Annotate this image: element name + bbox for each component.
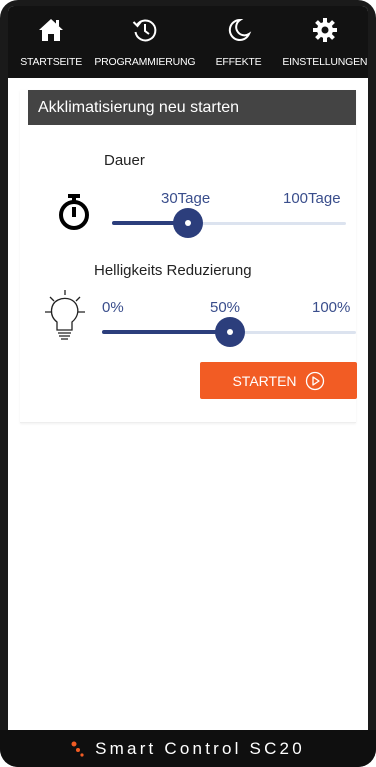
history-icon [132,19,157,42]
nav-item-einstellungen[interactable]: EINSTELLUNGEN [282,6,368,78]
lightbulb-icon [45,290,85,340]
brightness-slider-fill [102,330,230,334]
nav-item-effekte[interactable]: EFFEKTE [195,6,281,78]
dots-logo-icon [71,741,84,757]
brand-name: Smart Control SC20 [95,738,305,758]
start-button-label: STARTEN [232,372,297,389]
play-circle-icon [305,371,324,390]
duration-slider-thumb[interactable] [173,208,203,238]
duration-label: Dauer [104,152,145,169]
brightness-label: Helligkeits Reduzierung [94,262,252,279]
nav-label-effekte: EFFEKTE [215,56,262,68]
duration-value-label: 30Tage [161,190,211,207]
stopwatch-icon [59,194,89,230]
nav-item-startseite[interactable]: STARTSEITE [8,6,94,78]
nav-label-programmierung: PROGRAMMIERUNG [94,56,196,68]
nav-item-programmierung[interactable]: PROGRAMMIERUNG [94,6,196,78]
moon-icon [228,18,251,41]
brightness-slider-thumb[interactable] [215,317,245,347]
brightness-value-label: 50% [210,299,241,316]
brightness-min-label: 0% [102,299,124,316]
acclimatization-panel: Akklimatisierung neu starten Dauer 30Tag… [20,90,357,423]
screen: STARTSEITE PROGRAMMIERUNG EFFEKTE EINSTE… [8,6,368,761]
brightness-max-label: 100% [312,299,351,316]
duration-max-label: 100Tage [283,190,341,207]
panel-title: Akklimatisierung neu starten [28,90,356,125]
top-navigation: STARTSEITE PROGRAMMIERUNG EFFEKTE EINSTE… [8,6,368,78]
home-icon [39,19,64,41]
nav-label-startseite: STARTSEITE [20,56,83,68]
device-frame: STARTSEITE PROGRAMMIERUNG EFFEKTE EINSTE… [0,0,376,767]
start-button[interactable]: STARTEN [200,362,357,399]
footer-bar: Smart Control SC20 [0,730,376,767]
nav-label-einstellungen: EINSTELLUNGEN [282,56,368,68]
gear-icon [312,18,337,42]
